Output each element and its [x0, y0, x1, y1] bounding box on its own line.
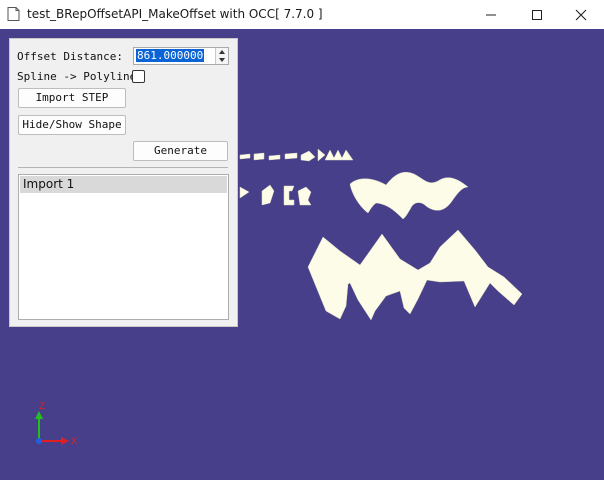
offset-distance-value[interactable]: 861.000000: [136, 49, 205, 62]
import-step-button[interactable]: Import STEP: [18, 88, 126, 108]
shape-piece[interactable]: [284, 152, 298, 160]
app-icon: [7, 7, 20, 21]
offset-distance-label: Offset Distance:: [17, 50, 123, 63]
shape-piece[interactable]: [253, 152, 265, 161]
shape-piece[interactable]: [300, 150, 316, 162]
shape-piece[interactable]: [239, 186, 250, 199]
maximize-button[interactable]: [514, 0, 560, 29]
axis-label-x: X: [71, 437, 77, 447]
axis-trihedron: Z X: [35, 402, 77, 447]
shape-piece[interactable]: [239, 153, 251, 160]
shape-piece[interactable]: [349, 171, 469, 220]
spline-polyline-checkbox[interactable]: [132, 70, 145, 83]
axis-label-z: Z: [39, 402, 45, 412]
offset-distance-spinbox[interactable]: 861.000000: [133, 47, 229, 65]
shape-piece[interactable]: [297, 186, 312, 206]
list-item[interactable]: Import 1: [20, 176, 227, 193]
maximize-icon: [532, 10, 542, 20]
shape-piece[interactable]: [307, 229, 523, 321]
shape-piece[interactable]: [283, 185, 295, 206]
shape-list[interactable]: Import 1: [18, 174, 229, 320]
shape-piece[interactable]: [268, 154, 281, 161]
window-title: test_BRepOffsetAPI_MakeOffset with OCC[ …: [27, 7, 323, 21]
title-bar: test_BRepOffsetAPI_MakeOffset with OCC[ …: [0, 0, 604, 30]
shape-piece[interactable]: [261, 184, 275, 206]
generate-button[interactable]: Generate: [133, 141, 228, 161]
spline-polyline-label: Spline -> Polyline: [17, 70, 137, 83]
minimize-button[interactable]: [468, 0, 514, 29]
spin-arrows[interactable]: [215, 48, 228, 64]
close-button[interactable]: [558, 0, 604, 29]
close-icon: [575, 9, 587, 21]
shape-piece[interactable]: [317, 148, 326, 162]
spin-down-icon[interactable]: [216, 56, 228, 64]
minimize-icon: [486, 14, 496, 16]
hide-show-shape-button[interactable]: Hide/Show Shape: [18, 115, 126, 135]
control-panel: Offset Distance: 861.000000 Spline -> Po…: [9, 38, 238, 327]
spin-up-icon[interactable]: [216, 48, 228, 56]
separator: [18, 167, 228, 168]
shape-piece[interactable]: [324, 149, 354, 161]
